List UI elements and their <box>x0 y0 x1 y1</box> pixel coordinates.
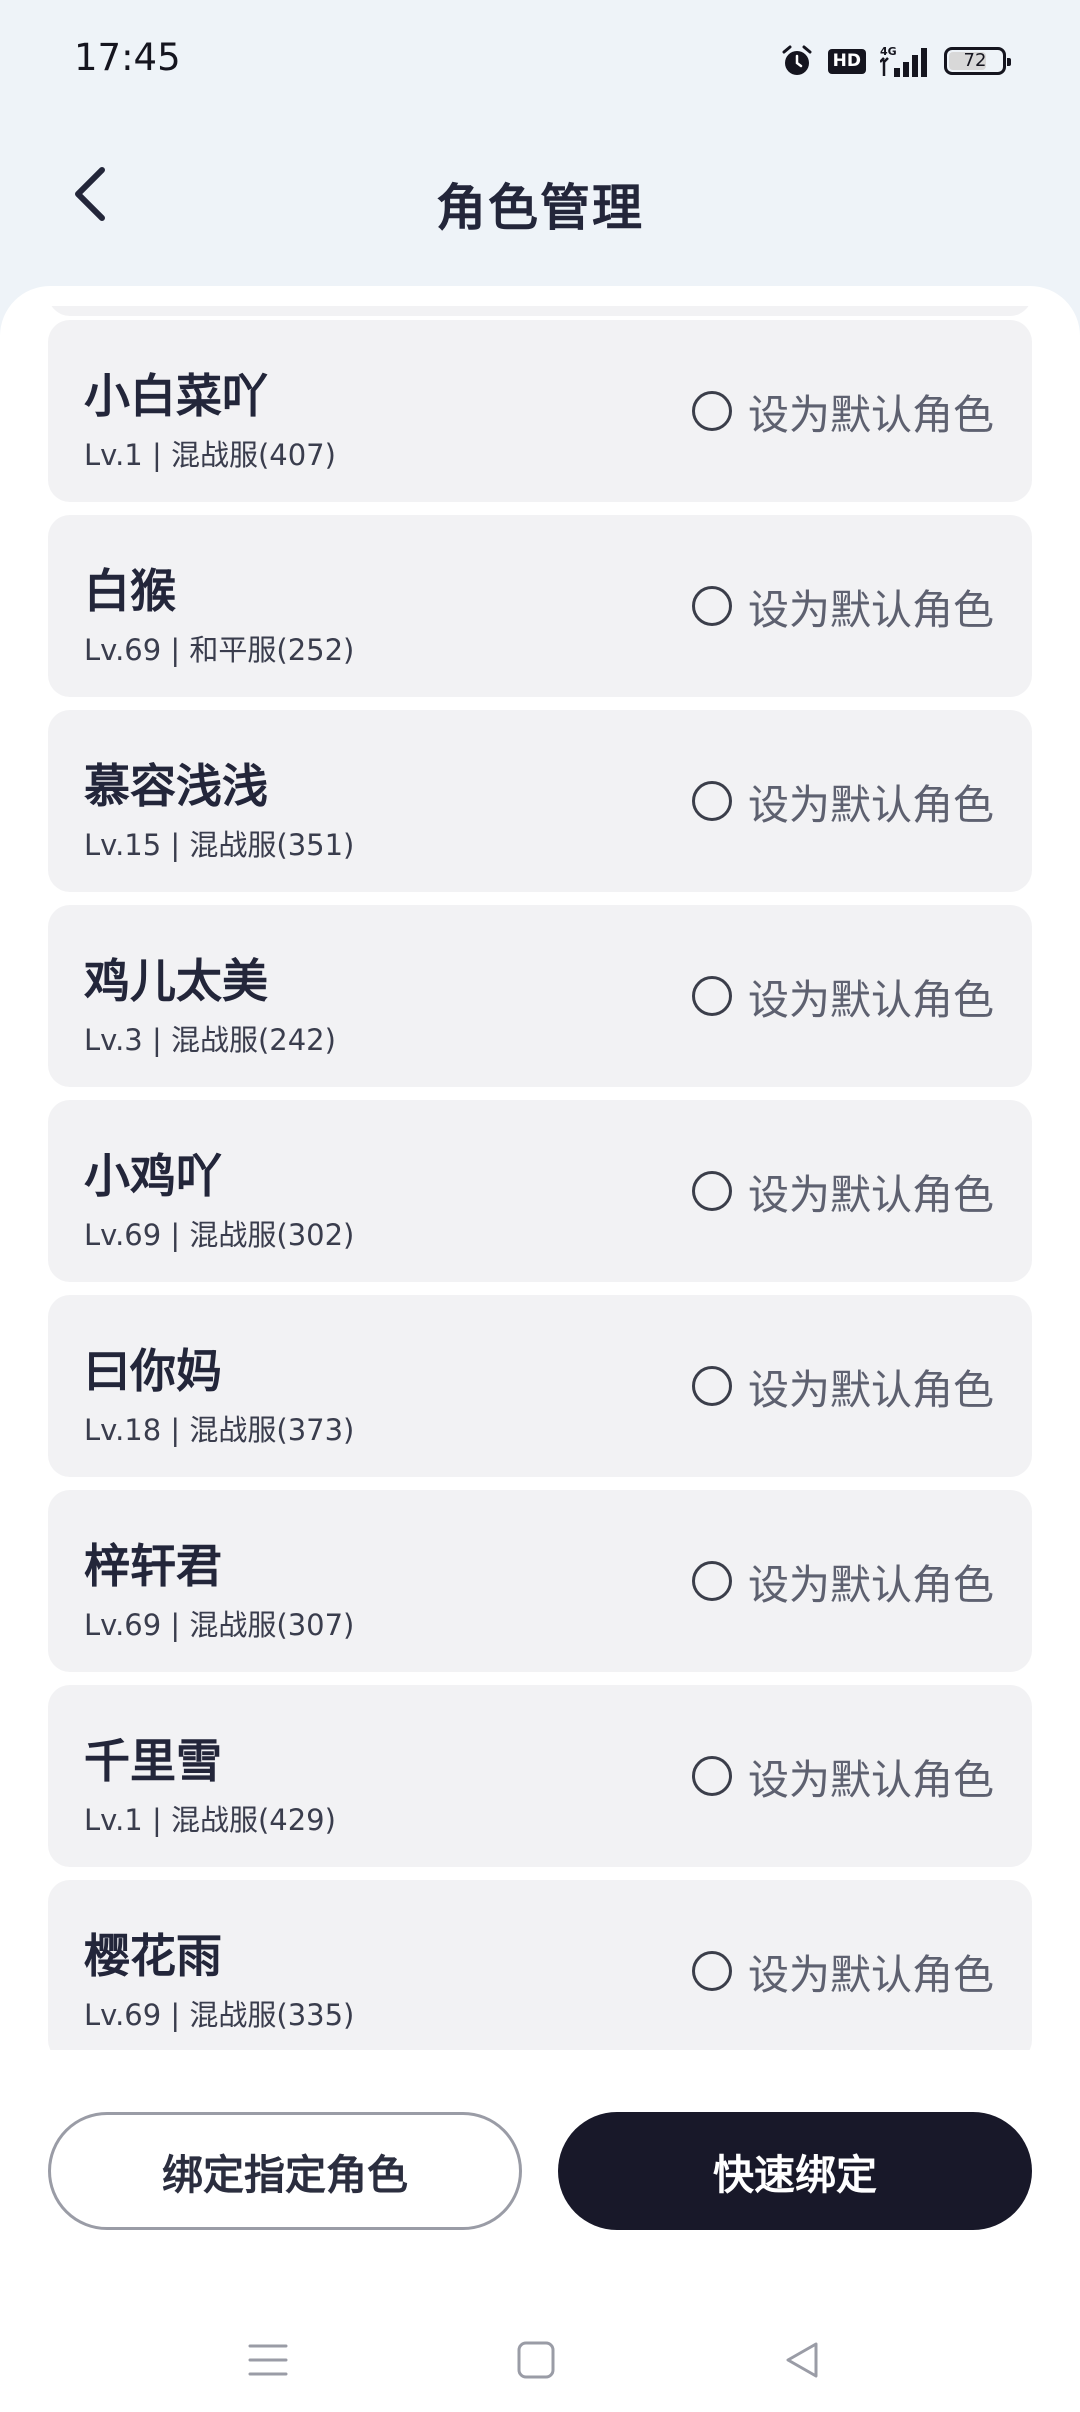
role-meta: Lv.69 | 混战服(302) <box>84 1218 355 1252</box>
set-default-label: 设为默认角色 <box>748 1366 994 1414</box>
set-default-label: 设为默认角色 <box>748 1171 994 1219</box>
battery-icon: 72 <box>944 47 1011 75</box>
set-default-role-toggle[interactable]: 设为默认角色 <box>692 515 994 697</box>
hd-badge: HD <box>827 48 866 74</box>
role-name: 小白菜吖 <box>84 369 268 423</box>
set-default-role-toggle[interactable]: 设为默认角色 <box>692 320 994 502</box>
role-card[interactable]: 小白菜吖 Lv.1 | 混战服(407) 设为默认角色 <box>48 320 1032 502</box>
radio-unchecked-icon[interactable] <box>692 781 732 821</box>
set-default-role-toggle[interactable]: 设为默认角色 <box>692 1295 994 1477</box>
role-card[interactable]: 樱花雨 Lv.69 | 混战服(335) 设为默认角色 <box>48 1880 1032 2050</box>
role-meta: Lv.15 | 混战服(351) <box>84 828 355 862</box>
role-meta: Lv.69 | 混战服(335) <box>84 1998 355 2032</box>
radio-unchecked-icon[interactable] <box>692 976 732 1016</box>
bind-specific-role-button[interactable]: 绑定指定角色 <box>48 2112 522 2230</box>
set-default-label: 设为默认角色 <box>748 391 994 439</box>
status-icons: HD 4G 72 <box>780 38 1011 84</box>
set-default-label: 设为默认角色 <box>748 781 994 829</box>
set-default-role-toggle[interactable]: 设为默认角色 <box>692 710 994 892</box>
alarm-icon <box>780 44 814 78</box>
role-meta: Lv.1 | 混战服(407) <box>84 438 336 472</box>
role-meta: Lv.69 | 混战服(307) <box>84 1608 355 1642</box>
role-card[interactable]: 白猴 Lv.69 | 和平服(252) 设为默认角色 <box>48 515 1032 697</box>
role-card[interactable]: 鸡儿太美 Lv.3 | 混战服(242) 设为默认角色 <box>48 905 1032 1087</box>
set-default-role-toggle[interactable]: 设为默认角色 <box>692 1880 994 2050</box>
radio-unchecked-icon[interactable] <box>692 1171 732 1211</box>
role-name: 白猴 <box>84 564 176 618</box>
role-name: 鸡儿太美 <box>84 954 268 1008</box>
role-card[interactable]: 千里雪 Lv.1 | 混战服(429) 设为默认角色 <box>48 1685 1032 1867</box>
radio-unchecked-icon[interactable] <box>692 1561 732 1601</box>
quick-bind-button[interactable]: 快速绑定 <box>558 2112 1032 2230</box>
role-card[interactable]: 曰你妈 Lv.18 | 混战服(373) 设为默认角色 <box>48 1295 1032 1477</box>
role-card[interactable]: 梓轩君 Lv.69 | 混战服(307) 设为默认角色 <box>48 1490 1032 1672</box>
menu-icon[interactable] <box>228 2320 308 2400</box>
signal-icon: 4G <box>880 44 930 78</box>
role-name: 樱花雨 <box>84 1929 222 1983</box>
role-name: 千里雪 <box>84 1734 222 1788</box>
role-card[interactable]: 慕容浅浅 Lv.15 | 混战服(351) 设为默认角色 <box>48 710 1032 892</box>
radio-unchecked-icon[interactable] <box>692 586 732 626</box>
set-default-role-toggle[interactable]: 设为默认角色 <box>692 905 994 1087</box>
role-name: 小鸡吖 <box>84 1149 222 1203</box>
svg-text:4G: 4G <box>880 45 897 58</box>
radio-unchecked-icon[interactable] <box>692 1366 732 1406</box>
role-meta: Lv.3 | 混战服(242) <box>84 1023 336 1057</box>
set-default-role-toggle[interactable]: 设为默认角色 <box>692 1100 994 1282</box>
set-default-label: 设为默认角色 <box>748 1756 994 1804</box>
role-meta: Lv.1 | 混战服(429) <box>84 1803 336 1837</box>
status-bar: 17:45 HD 4G 72 <box>0 0 1080 124</box>
role-meta: Lv.69 | 和平服(252) <box>84 633 355 667</box>
radio-unchecked-icon[interactable] <box>692 1951 732 1991</box>
radio-unchecked-icon[interactable] <box>692 391 732 431</box>
set-default-label: 设为默认角色 <box>748 586 994 634</box>
battery-level: 72 <box>963 50 987 71</box>
role-name: 慕容浅浅 <box>84 759 268 813</box>
page-title: 角色管理 <box>436 179 644 237</box>
status-time: 17:45 <box>74 36 181 79</box>
content-sheet: 小白菜吖 Lv.1 | 混战服(407) 设为默认角色 白猴 Lv.69 | 和平服(2… <box>0 286 1080 2412</box>
set-default-label: 设为默认角色 <box>748 976 994 1024</box>
set-default-role-toggle[interactable]: 设为默认角色 <box>692 1685 994 1867</box>
header: 角色管理 <box>0 124 1080 284</box>
back-triangle-icon[interactable] <box>762 2320 842 2400</box>
role-card[interactable]: 小鸡吖 Lv.69 | 混战服(302) 设为默认角色 <box>48 1100 1032 1282</box>
set-default-label: 设为默认角色 <box>748 1561 994 1609</box>
home-icon[interactable] <box>496 2320 576 2400</box>
role-list[interactable]: 小白菜吖 Lv.1 | 混战服(407) 设为默认角色 白猴 Lv.69 | 和平服(2… <box>48 306 1032 2050</box>
system-nav-bar <box>0 2300 1080 2412</box>
set-default-label: 设为默认角色 <box>748 1951 994 1999</box>
role-name: 梓轩君 <box>84 1539 222 1593</box>
set-default-role-toggle[interactable]: 设为默认角色 <box>692 1490 994 1672</box>
role-meta: Lv.18 | 混战服(373) <box>84 1413 355 1447</box>
role-card-partial <box>48 306 1032 316</box>
role-name: 曰你妈 <box>84 1344 222 1398</box>
radio-unchecked-icon[interactable] <box>692 1756 732 1796</box>
